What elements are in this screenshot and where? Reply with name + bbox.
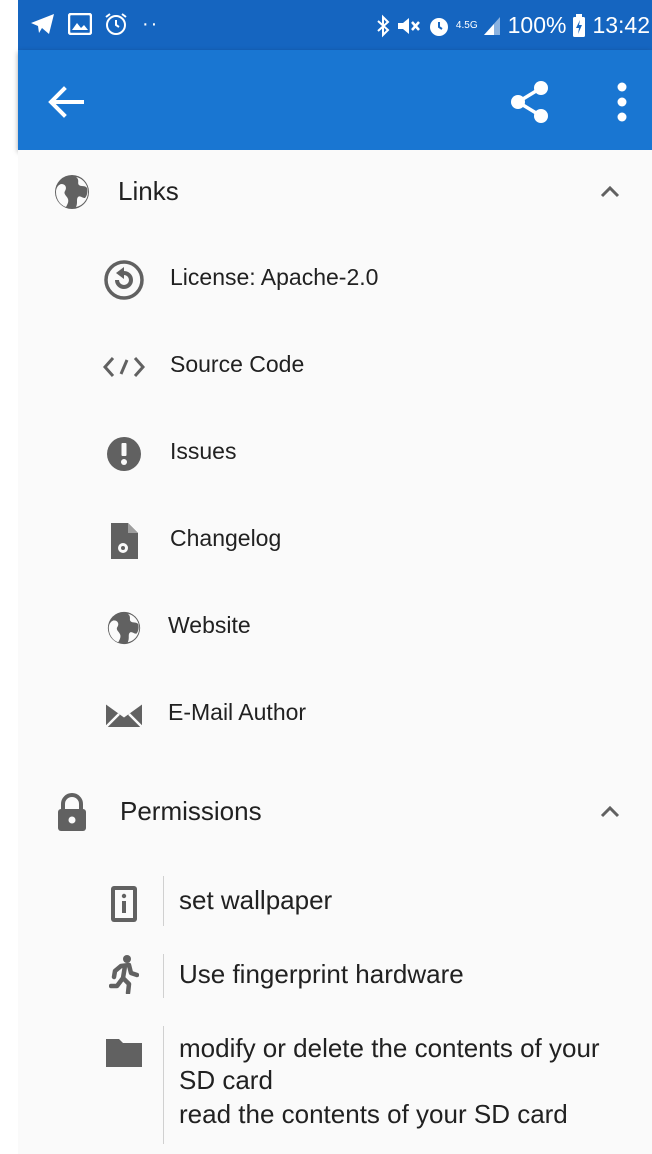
status-bar-system: 4.5G 100% 13:42 [376,12,650,39]
permission-set-wallpaper: set wallpaper [18,876,652,932]
mute-icon [396,15,422,37]
permission-divider [163,1026,164,1144]
globe-icon [52,172,92,212]
more-notifications-icon: ·· [142,12,160,35]
link-email-author[interactable]: E-Mail Author [18,681,652,745]
permission-divider [163,876,164,926]
link-label: Issues [170,438,237,464]
image-icon [68,13,92,35]
permission-text: modify or delete the contents of your SD… [179,1032,639,1130]
permission-text: Use fingerprint hardware [179,958,639,990]
permission-line: Use fingerprint hardware [179,959,464,989]
phone-info-icon [104,884,144,924]
permission-divider [163,954,164,998]
link-issues[interactable]: Issues [18,420,652,484]
permission-line: set wallpaper [179,885,333,915]
alarm-clock-icon [428,15,450,37]
status-bar-notifications: ·· [30,12,159,36]
alert-icon [102,432,146,476]
folder-icon [104,1032,144,1072]
copyleft-icon [102,258,146,302]
app-details-content: Links License: Apache-2.0 Source Code Is… [18,150,652,1154]
link-changelog[interactable]: Changelog [18,507,652,571]
more-vert-icon[interactable] [606,78,638,126]
link-label: E-Mail Author [168,699,307,725]
bluetooth-icon [376,14,390,38]
code-icon [102,345,146,389]
file-settings-icon [102,519,146,563]
permissions-section-header[interactable]: Permissions [18,772,652,852]
links-section-header[interactable]: Links [18,152,652,232]
lock-icon [52,792,92,832]
links-section-title: Links [118,176,179,206]
permission-storage: modify or delete the contents of your SD… [18,1024,652,1144]
running-person-icon [104,954,144,994]
permissions-section-title: Permissions [120,796,262,826]
globe-icon [102,606,146,650]
permission-line: modify or delete the contents of your SD… [179,1033,600,1095]
link-label: License: Apache-2.0 [170,264,379,290]
network-type: 4.5G [455,19,478,31]
battery-charging-icon [572,13,586,38]
arrow-back-icon[interactable] [44,80,88,124]
permission-text: set wallpaper [179,884,639,916]
status-bar: ·· 4.5G 100% 13:42 [18,0,652,50]
app-bar [18,50,652,150]
permission-fingerprint: Use fingerprint hardware [18,950,652,1002]
alarm-icon [104,12,128,36]
clock: 13:42 [592,12,650,38]
link-license[interactable]: License: Apache-2.0 [18,246,652,310]
telegram-icon [30,13,56,35]
permission-line: read the contents of your SD card [179,1099,568,1129]
chevron-up-icon[interactable] [596,798,624,826]
signal-icon [482,15,502,37]
link-source-code[interactable]: Source Code [18,333,652,397]
link-label: Changelog [170,525,282,551]
share-icon[interactable] [506,78,554,126]
email-icon [102,693,146,737]
link-website[interactable]: Website [18,594,652,658]
chevron-up-icon[interactable] [596,178,624,206]
link-label: Website [168,612,251,638]
link-label: Source Code [170,351,305,377]
battery-level: 100% [507,12,567,38]
